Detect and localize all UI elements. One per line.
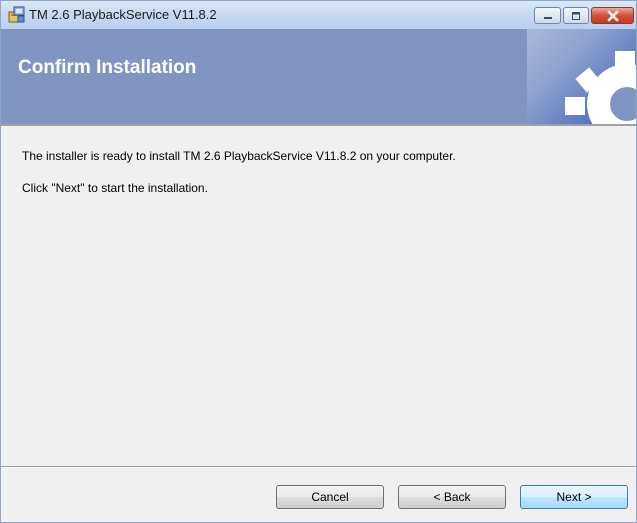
next-button[interactable]: Next > [520, 485, 628, 509]
minimize-button[interactable] [534, 7, 561, 24]
footer-divider [1, 466, 636, 468]
banner-graphic [527, 29, 636, 124]
gear-icon [527, 29, 636, 124]
installer-icon [8, 6, 26, 24]
window-title: TM 2.6 PlaybackService V11.8.2 [29, 7, 217, 22]
title-bar[interactable]: TM 2.6 PlaybackService V11.8.2 [1, 1, 636, 29]
installer-window: TM 2.6 PlaybackService V11.8.2 Confirm I… [0, 0, 637, 523]
content-area: The installer is ready to install TM 2.6… [1, 126, 636, 466]
maximize-icon [564, 8, 588, 23]
instruction-message: Click "Next" to start the installation. [22, 181, 208, 195]
maximize-button[interactable] [563, 7, 589, 24]
close-button[interactable] [591, 7, 634, 24]
page-title: Confirm Installation [18, 57, 197, 78]
header-banner: Confirm Installation [1, 29, 636, 124]
cancel-button[interactable]: Cancel [276, 485, 384, 509]
close-icon [592, 8, 633, 23]
back-button[interactable]: < Back [398, 485, 506, 509]
ready-message: The installer is ready to install TM 2.6… [22, 149, 456, 163]
minimize-icon [535, 8, 560, 23]
